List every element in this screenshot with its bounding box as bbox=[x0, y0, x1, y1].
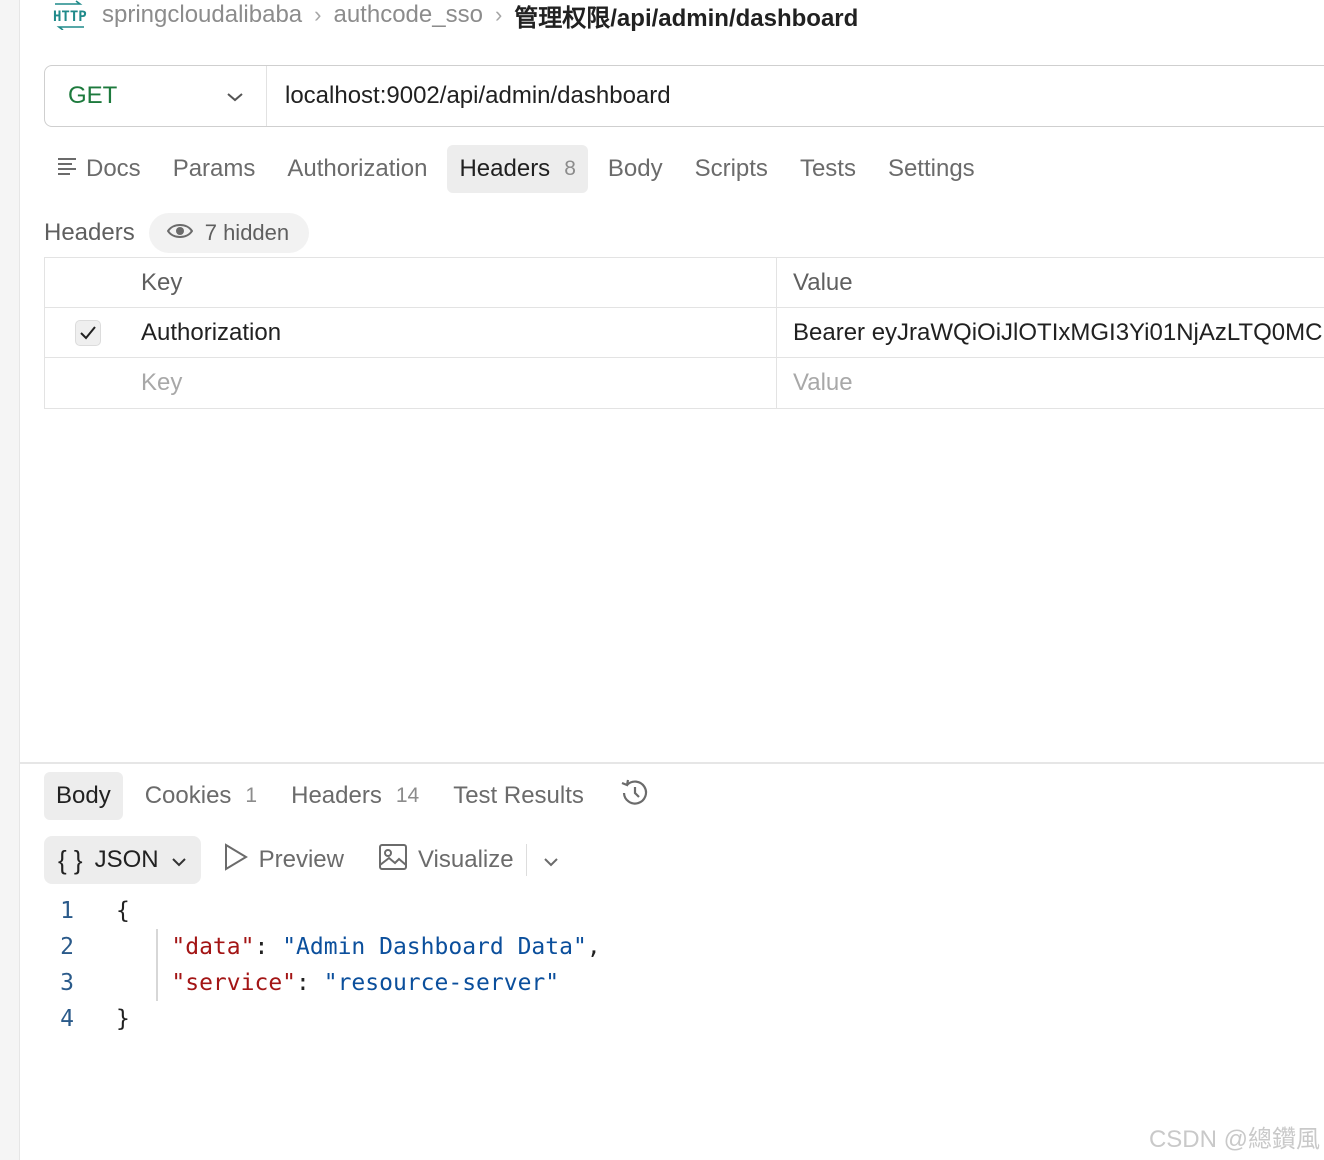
checkbox-column-header bbox=[45, 258, 131, 307]
json-value: "resource-server" bbox=[323, 970, 560, 996]
tab-scripts[interactable]: Scripts bbox=[683, 145, 780, 193]
hidden-headers-toggle[interactable]: 7 hidden bbox=[148, 213, 310, 253]
value-column-header: Value bbox=[793, 268, 853, 296]
table-header-row: Key Value bbox=[45, 258, 1324, 308]
headers-title: Headers bbox=[44, 219, 135, 246]
tab-docs-label: Docs bbox=[86, 155, 141, 182]
request-url-bar: GET bbox=[44, 65, 1324, 127]
request-response-divider[interactable] bbox=[20, 762, 1324, 764]
response-tab-test-results[interactable]: Test Results bbox=[441, 772, 596, 820]
tab-headers[interactable]: Headers 8 bbox=[447, 145, 588, 193]
tab-headers-count: 8 bbox=[564, 157, 576, 180]
chevron-down-icon bbox=[171, 846, 187, 874]
tab-params-label: Params bbox=[172, 155, 256, 182]
visualize-button[interactable]: Visualize bbox=[378, 843, 514, 878]
response-tab-test-results-label: Test Results bbox=[453, 782, 584, 809]
chevron-down-icon bbox=[226, 82, 244, 110]
json-brace-close: } bbox=[116, 1006, 130, 1032]
chevron-right-icon: › bbox=[314, 2, 322, 27]
line-number: 4 bbox=[60, 1006, 74, 1032]
response-tab-headers-count: 14 bbox=[395, 784, 420, 807]
response-tab-body[interactable]: Body bbox=[44, 772, 123, 820]
check-icon bbox=[80, 325, 96, 339]
indent-guide bbox=[156, 929, 158, 1001]
line-number: 3 bbox=[60, 970, 74, 996]
new-header-value-input[interactable]: Value bbox=[777, 358, 1324, 408]
http-request-icon: HTTP bbox=[50, 0, 90, 31]
headers-section-header: Headers 7 hidden bbox=[44, 213, 310, 253]
headers-table: Key Value Authorization Bearer eyJraWQiO… bbox=[44, 257, 1324, 409]
url-input[interactable] bbox=[267, 81, 1324, 111]
eye-icon bbox=[166, 220, 193, 246]
response-tab-headers-label: Headers bbox=[291, 782, 382, 809]
line-number: 1 bbox=[60, 898, 74, 924]
toolbar-separator bbox=[525, 844, 528, 876]
preview-label: Preview bbox=[258, 846, 344, 873]
tab-settings-label: Settings bbox=[887, 155, 975, 182]
tab-docs[interactable]: Docs bbox=[44, 145, 153, 193]
response-tab-cookies-count: 1 bbox=[245, 784, 258, 807]
response-tab-cookies[interactable]: Cookies 1 bbox=[133, 772, 269, 820]
json-key: "service" bbox=[171, 970, 297, 996]
preview-button[interactable]: Preview bbox=[223, 842, 344, 878]
json-braces-icon: { } bbox=[58, 844, 83, 875]
tab-tests[interactable]: Tests bbox=[788, 145, 868, 193]
json-comma: , bbox=[586, 934, 601, 960]
header-enabled-cell bbox=[45, 308, 131, 357]
method-label: GET bbox=[68, 82, 118, 109]
tab-settings[interactable]: Settings bbox=[876, 145, 987, 193]
json-key: "data" bbox=[171, 934, 255, 960]
hidden-headers-label: 7 hidden bbox=[204, 220, 290, 245]
new-row-check-cell bbox=[45, 358, 131, 408]
header-key-cell[interactable]: Authorization bbox=[131, 308, 777, 357]
history-icon bbox=[618, 776, 652, 817]
history-button[interactable] bbox=[606, 772, 664, 820]
new-header-key-input[interactable]: Key bbox=[131, 358, 777, 408]
play-icon bbox=[223, 842, 249, 878]
method-select[interactable]: GET bbox=[45, 66, 267, 126]
tab-authorization-label: Authorization bbox=[287, 155, 428, 182]
watermark: CSDN @總鑽風 bbox=[1148, 1126, 1320, 1153]
response-tab-cookies-label: Cookies bbox=[144, 782, 232, 809]
svg-text:HTTP: HTTP bbox=[53, 9, 87, 25]
code-line: 4 } bbox=[60, 1001, 601, 1037]
tab-body-label: Body bbox=[607, 155, 663, 182]
code-line: 2 "data": "Admin Dashboard Data", bbox=[60, 934, 601, 960]
tab-params[interactable]: Params bbox=[161, 145, 268, 193]
table-row: Authorization Bearer eyJraWQiOiJlOTIxMGI… bbox=[45, 308, 1324, 358]
line-number: 2 bbox=[60, 934, 74, 960]
tab-authorization[interactable]: Authorization bbox=[275, 145, 439, 193]
breadcrumb-collection[interactable]: authcode_sso bbox=[333, 1, 482, 29]
response-tab-headers[interactable]: Headers 14 bbox=[279, 772, 431, 820]
tab-scripts-label: Scripts bbox=[694, 155, 768, 182]
code-line: 3 "service": "resource-server" bbox=[60, 970, 560, 996]
header-enabled-checkbox[interactable] bbox=[75, 319, 101, 346]
table-row-new: Key Value bbox=[45, 358, 1324, 408]
response-body-editor[interactable]: 1 { 2 "data": "Admin Dashboard Data", 3 … bbox=[60, 893, 601, 1037]
breadcrumb: HTTP springcloudalibaba › authcode_sso ›… bbox=[50, 0, 858, 33]
breadcrumb-request-name[interactable]: 管理权限/api/admin/dashboard bbox=[514, 0, 858, 33]
code-line: 1 { bbox=[60, 893, 601, 929]
image-icon bbox=[378, 843, 408, 878]
json-brace-open: { bbox=[116, 898, 130, 924]
tab-tests-label: Tests bbox=[799, 155, 856, 182]
response-view-toolbar: { } JSON Preview Visualize bbox=[44, 836, 559, 884]
more-views-chevron-icon[interactable] bbox=[543, 846, 559, 874]
key-column-header: Key bbox=[131, 258, 777, 307]
left-sidebar-strip bbox=[0, 0, 20, 1160]
request-tabs: Docs Params Authorization Headers 8 Body… bbox=[44, 144, 995, 194]
format-label: JSON bbox=[94, 846, 159, 873]
json-value: "Admin Dashboard Data" bbox=[282, 934, 587, 960]
chevron-right-icon: › bbox=[494, 2, 503, 27]
format-select[interactable]: { } JSON bbox=[44, 836, 201, 884]
response-tab-body-label: Body bbox=[56, 782, 111, 809]
tab-headers-label: Headers bbox=[459, 155, 551, 182]
header-value-cell[interactable]: Bearer eyJraWQiOiJlOTIxMGI3Yi01NjAzLTQ0M… bbox=[777, 308, 1324, 357]
tab-body[interactable]: Body bbox=[596, 145, 675, 193]
docs-icon bbox=[56, 155, 78, 184]
visualize-label: Visualize bbox=[417, 846, 514, 873]
response-tabs: Body Cookies 1 Headers 14 Test Results bbox=[44, 772, 674, 820]
breadcrumb-workspace[interactable]: springcloudalibaba bbox=[102, 1, 302, 29]
